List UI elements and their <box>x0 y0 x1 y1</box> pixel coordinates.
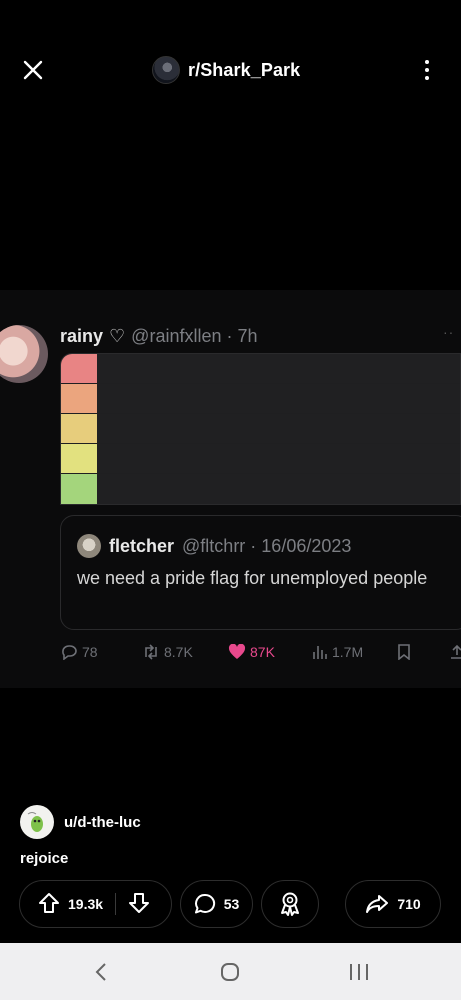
subreddit-name: r/Shark_Park <box>188 59 301 80</box>
tweet-retweets: 8.7K <box>142 644 193 660</box>
bookmark-icon <box>397 644 411 660</box>
tweet-actions: 78 8.7K 87K 1.7M <box>60 642 461 664</box>
vote-bar: 19.3k <box>19 880 172 928</box>
quoted-author-name: fletcher <box>109 535 175 556</box>
home-icon <box>221 963 239 981</box>
upvote-icon <box>39 892 59 913</box>
quoted-tweet-text: we need a pride flag for unemployed peop… <box>77 568 428 588</box>
reply-icon <box>62 645 77 660</box>
quoted-avatar <box>77 534 101 558</box>
share-count: 710 <box>397 896 421 912</box>
flag-row <box>61 474 460 504</box>
close-icon <box>23 60 43 80</box>
flag-row <box>61 354 460 384</box>
quoted-handle-date: @fltchrr · 16/06/2023 <box>182 535 352 556</box>
close-button[interactable] <box>18 55 48 85</box>
vote-divider <box>115 893 117 915</box>
comments-button[interactable]: 53 <box>180 880 253 928</box>
views-count: 1.7M <box>332 644 364 660</box>
likes-count: 87K <box>250 644 275 660</box>
share-button[interactable]: 710 <box>345 880 441 928</box>
downvote-icon <box>129 892 150 913</box>
post-image[interactable]: rainy ♡ @rainfxllen · 7h ·· fletcher @fl… <box>0 290 461 688</box>
flag-swatch <box>61 354 97 383</box>
flag-row <box>61 414 460 444</box>
award-button[interactable] <box>261 880 319 928</box>
flag-swatch <box>61 414 97 443</box>
home-button[interactable] <box>218 959 242 985</box>
share-tweet-icon <box>450 644 461 660</box>
tweet-avatar <box>0 325 48 383</box>
post-title: rejoice <box>20 850 69 867</box>
tier-flag-image <box>60 353 461 505</box>
replies-count: 78 <box>82 644 98 660</box>
tweet-author-name: rainy <box>60 326 104 346</box>
heart-outline-icon: ♡ <box>109 326 126 346</box>
more-vertical-icon <box>425 60 429 64</box>
downvote-button[interactable] <box>128 892 150 917</box>
back-button[interactable] <box>92 959 110 985</box>
comments-count: 53 <box>223 896 240 912</box>
flag-row <box>61 444 460 474</box>
tweet-more-icon: ·· <box>443 324 455 340</box>
recents-icon <box>350 964 368 980</box>
tweet-likes: 87K <box>228 644 275 660</box>
retweet-icon <box>145 644 157 660</box>
quoted-tweet-header: fletcher @fltchrr · 16/06/2023 <box>77 534 351 558</box>
upvote-count: 19.3k <box>68 896 104 912</box>
flag-row <box>61 384 460 414</box>
comment-icon <box>194 893 215 914</box>
share-arrow-icon <box>366 895 389 913</box>
quoted-tweet: fletcher @fltchrr · 16/06/2023 we need a… <box>60 515 461 630</box>
author-name: u/d-the-luc <box>64 813 141 831</box>
system-nav-bar <box>0 943 461 1000</box>
flag-swatch <box>61 444 97 473</box>
tweet-replies: 78 <box>60 644 98 660</box>
subreddit-link[interactable]: r/Shark_Park <box>152 54 300 86</box>
award-icon <box>281 892 299 916</box>
recents-button[interactable] <box>347 959 371 985</box>
subreddit-avatar <box>152 56 180 84</box>
views-chart-icon <box>313 646 327 659</box>
flag-swatch <box>61 384 97 413</box>
back-chevron-icon <box>95 963 106 981</box>
tweet-header: rainy ♡ @rainfxllen · 7h <box>60 326 258 347</box>
tweet-views: 1.7M <box>312 644 363 660</box>
upvote-button[interactable] <box>38 892 60 917</box>
post-author[interactable]: u/d-the-luc <box>20 805 141 839</box>
retweets-count: 8.7K <box>164 644 193 660</box>
top-bar: r/Shark_Park <box>0 0 461 140</box>
heart-filled-icon <box>228 644 246 659</box>
tweet-handle-time: @rainfxllen · 7h <box>131 326 258 346</box>
flag-swatch <box>61 474 97 504</box>
author-avatar <box>20 805 54 839</box>
more-options-button[interactable] <box>414 56 440 84</box>
